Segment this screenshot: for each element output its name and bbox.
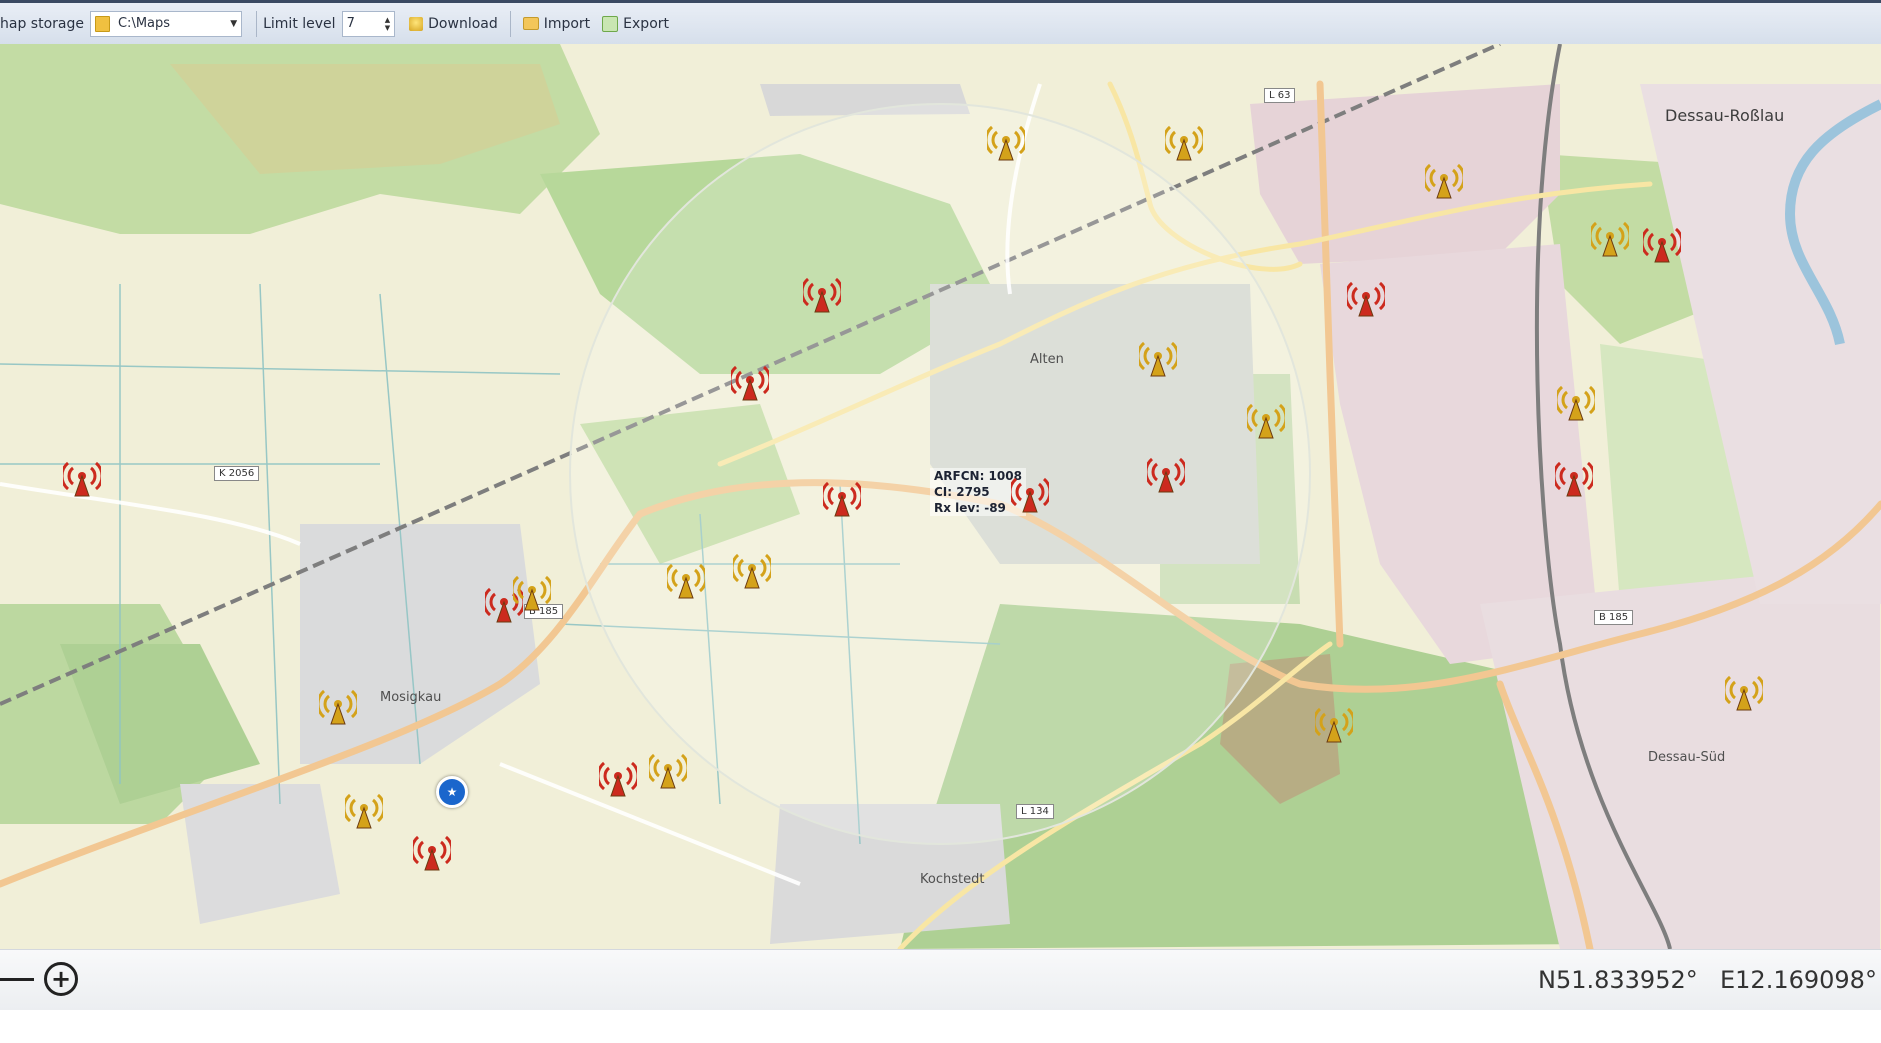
export-button[interactable]: Export — [596, 9, 675, 39]
road-label: L 134 — [1016, 804, 1054, 819]
place-label: Kochstedt — [920, 872, 985, 887]
serving-cell-tower-icon[interactable] — [63, 458, 101, 498]
arfcn-text: ARFCN: 1008 — [934, 469, 1022, 483]
map-storage-value: C:\Maps — [117, 16, 171, 31]
map-application: hap storage C:\Maps ▼ Limit level 7 ▲ ▼ D… — [0, 0, 1881, 1010]
road-label: L 63 — [1264, 88, 1296, 103]
place-label: Dessau-Süd — [1648, 750, 1726, 765]
map-storage-combobox[interactable]: C:\Maps ▼ — [89, 10, 243, 37]
map-canvas[interactable]: Dessau-Roßlau Mosigkau Kochstedt Dessau-… — [0, 44, 1881, 949]
limit-level-value: 7 — [346, 16, 355, 31]
serving-cell-tower-icon[interactable] — [1555, 458, 1593, 498]
zoom-in-button[interactable]: + — [44, 962, 78, 996]
spinner-arrows-icon[interactable]: ▲ ▼ — [385, 16, 390, 32]
serving-cell-tower-icon[interactable] — [599, 758, 637, 798]
export-label: Export — [623, 15, 669, 32]
download-label: Download — [428, 15, 498, 32]
import-button[interactable]: Import — [517, 9, 596, 39]
limit-level-label: Limit level — [263, 15, 336, 32]
neighbor-cell-tower-icon[interactable] — [513, 572, 551, 612]
serving-cell-tower-icon[interactable] — [823, 478, 861, 518]
serving-cell-tower-icon[interactable] — [1347, 278, 1385, 318]
neighbor-cell-tower-icon[interactable] — [1247, 400, 1285, 440]
neighbor-cell-tower-icon[interactable] — [345, 790, 383, 830]
neighbor-cell-tower-icon[interactable] — [1425, 160, 1463, 200]
serving-cell-tower-icon[interactable] — [1643, 224, 1681, 264]
status-bar: + N51.833952° E12.169098° — [0, 949, 1881, 1010]
neighbor-cell-tower-icon[interactable] — [649, 750, 687, 790]
zoom-slider-track[interactable] — [0, 978, 34, 981]
import-label: Import — [543, 15, 591, 32]
current-position-marker[interactable]: ★ — [436, 776, 468, 808]
neighbor-cell-tower-icon[interactable] — [1165, 122, 1203, 162]
serving-cell-tower-icon[interactable] — [803, 274, 841, 314]
import-folder-icon — [522, 17, 539, 30]
latitude-readout: N51.833952° — [1538, 966, 1698, 994]
neighbor-cell-tower-icon[interactable] — [1139, 338, 1177, 378]
place-label: Mosigkau — [380, 690, 442, 705]
neighbor-cell-tower-icon[interactable] — [667, 560, 705, 600]
neighbor-cell-tower-icon[interactable] — [319, 686, 357, 726]
longitude-readout: E12.169098° — [1720, 966, 1877, 994]
toolbar-separator — [509, 10, 511, 37]
road-label: K 2056 — [214, 466, 260, 481]
limit-level-spinner[interactable]: 7 ▲ ▼ — [341, 10, 396, 37]
serving-cell-tower-icon[interactable] — [731, 362, 769, 402]
road-label: B 185 — [1594, 610, 1634, 625]
chevron-down-icon[interactable]: ▼ — [230, 19, 237, 29]
star-icon: ★ — [446, 785, 458, 799]
toolbar-strip: hap storage C:\Maps ▼ Limit level 7 ▲ ▼ D… — [0, 3, 675, 44]
toolbar-separator — [256, 10, 258, 37]
export-icon — [602, 15, 619, 32]
rx-level-text: Rx lev: -89 — [934, 501, 1006, 515]
neighbor-cell-tower-icon[interactable] — [1591, 218, 1629, 258]
plus-icon: + — [50, 965, 72, 993]
neighbor-cell-tower-icon[interactable] — [987, 122, 1025, 162]
neighbor-cell-tower-icon[interactable] — [1315, 704, 1353, 744]
ci-text: CI: 2795 — [934, 485, 990, 499]
folder-icon — [94, 15, 110, 32]
serving-cell-tower-icon[interactable] — [413, 832, 451, 872]
place-label: Dessau-Roßlau — [1665, 106, 1785, 125]
serving-cell-tower-icon[interactable] — [1147, 454, 1185, 494]
download-button[interactable]: Download — [403, 9, 504, 39]
map-toolbar: hap storage C:\Maps ▼ Limit level 7 ▲ ▼ D… — [0, 0, 1881, 44]
neighbor-cell-tower-icon[interactable] — [1557, 382, 1595, 422]
serving-cell-tower-icon[interactable] — [1011, 474, 1049, 514]
neighbor-cell-tower-icon[interactable] — [1725, 672, 1763, 712]
place-label: Alten — [1030, 352, 1064, 367]
map-storage-label: hap storage — [0, 15, 84, 32]
neighbor-cell-tower-icon[interactable] — [733, 550, 771, 590]
download-icon — [409, 16, 424, 31]
